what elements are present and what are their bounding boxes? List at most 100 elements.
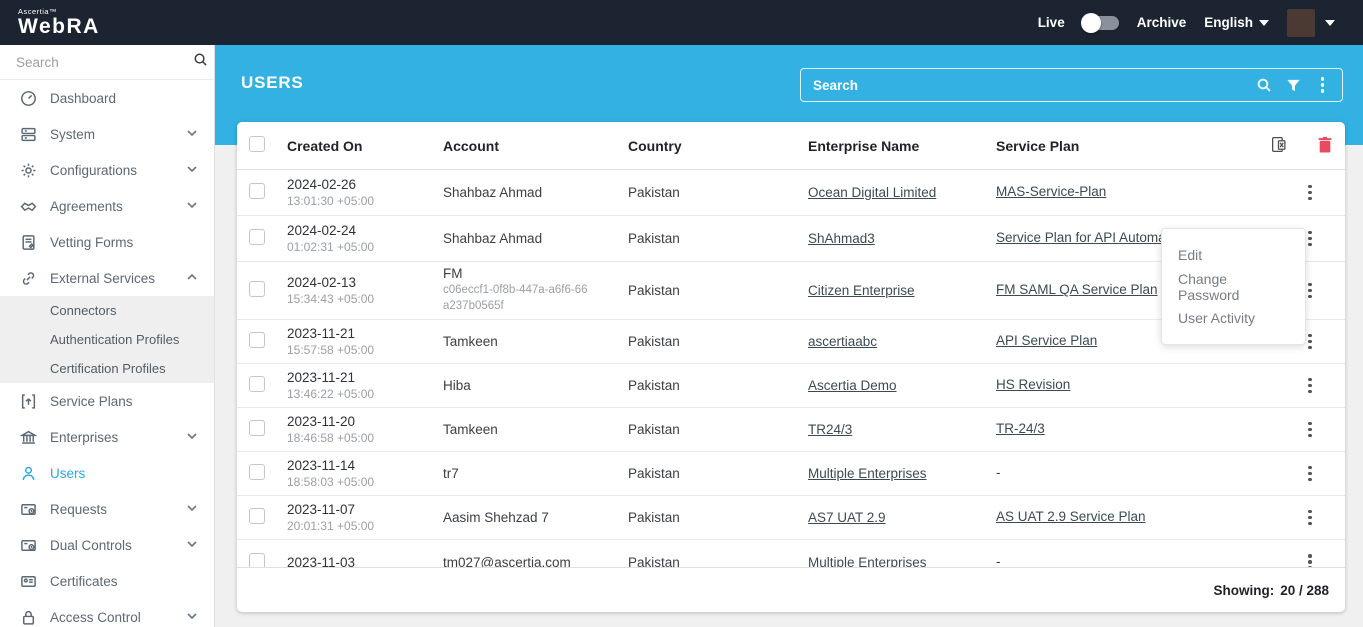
table-search-input[interactable]	[813, 77, 1242, 93]
live-archive-toggle[interactable]	[1080, 12, 1119, 33]
sidebar-item-system[interactable]: System	[0, 116, 214, 152]
created-time: 18:46:58 +05:00	[287, 431, 375, 445]
more-options-icon[interactable]	[1315, 74, 1331, 96]
profile-chevron-down-icon[interactable]	[1325, 19, 1335, 26]
sidebar-item-dashboard[interactable]: Dashboard	[0, 80, 214, 116]
enterprise-link[interactable]: Ascertia Demo	[808, 378, 897, 393]
row-checkbox[interactable]	[249, 376, 265, 392]
brand-small-label: Ascertia™	[18, 6, 58, 16]
table-row: 2023-11-07 20:01:31 +05:00 Aasim Shehzad …	[237, 496, 1345, 540]
users-table-card: Created On Account Country Enterprise Na…	[237, 122, 1345, 612]
enterprise-link[interactable]: AS7 UAT 2.9	[808, 510, 886, 525]
created-date: 2024-02-13	[287, 275, 357, 290]
sidebar-item-label: Service Plans	[50, 393, 133, 409]
created-date: 2024-02-24	[287, 223, 357, 238]
row-checkbox[interactable]	[249, 508, 265, 524]
created-date: 2023-11-07	[287, 502, 356, 517]
country: Pakistan	[628, 422, 680, 437]
sidebar-item-dual-controls[interactable]: Dual Controls	[0, 527, 214, 563]
chevron-down-icon	[186, 163, 198, 178]
table-row: 2023-11-20 18:46:58 +05:00 Tamkeen Pakist…	[237, 408, 1345, 452]
row-menu-icon[interactable]	[1302, 507, 1318, 529]
request-icon	[19, 500, 37, 518]
sub-item-label: Certification Profiles	[50, 361, 166, 376]
context-menu-item-user-activity[interactable]: User Activity	[1162, 303, 1305, 335]
sidebar-item-certification-profiles[interactable]: Certification Profiles	[0, 354, 214, 383]
column-header-service-plan[interactable]: Service Plan	[996, 138, 1079, 154]
filter-icon[interactable]	[1286, 78, 1301, 93]
column-header-country[interactable]: Country	[628, 138, 808, 154]
sidebar-search-input[interactable]	[16, 54, 193, 70]
service-plan-link[interactable]: TR-24/3	[996, 421, 1045, 436]
enterprise-link[interactable]: Multiple Enterprises	[808, 466, 927, 481]
chevron-down-icon	[186, 538, 198, 553]
enterprise-link[interactable]: Citizen Enterprise	[808, 283, 915, 298]
sidebar-item-access-control[interactable]: Access Control	[0, 599, 214, 627]
service-plan-link[interactable]: API Service Plan	[996, 333, 1097, 348]
dual-controls-icon	[19, 536, 37, 554]
sidebar: Dashboard System Configurations Agreemen…	[0, 45, 215, 627]
service-plan-link[interactable]: HS Revision	[996, 377, 1070, 392]
service-plan-link[interactable]: MAS-Service-Plan	[996, 184, 1106, 199]
enterprise-link[interactable]: ShAhmad3	[808, 231, 875, 246]
external-services-submenu: Connectors Authentication Profiles Certi…	[0, 296, 214, 383]
account-name: Tamkeen	[443, 334, 498, 349]
search-icon[interactable]	[1256, 77, 1272, 93]
sidebar-item-requests[interactable]: Requests	[0, 491, 214, 527]
row-checkbox[interactable]	[249, 281, 265, 297]
row-menu-icon[interactable]	[1302, 375, 1318, 397]
context-menu-item-edit[interactable]: Edit	[1162, 239, 1305, 271]
enterprise-link[interactable]: Ocean Digital Limited	[808, 185, 936, 200]
enterprise-link[interactable]: TR24/3	[808, 422, 852, 437]
context-menu-item-change-password[interactable]: Change Password	[1162, 271, 1305, 303]
created-date: 2023-11-21	[287, 326, 356, 341]
language-dropdown[interactable]: English	[1204, 15, 1269, 30]
handshake-icon	[19, 197, 37, 215]
column-header-account[interactable]: Account	[443, 138, 628, 154]
created-date: 2024-02-26	[287, 177, 357, 192]
service-plan-link[interactable]: FM SAML QA Service Plan	[996, 282, 1158, 297]
sidebar-item-users[interactable]: Users	[0, 455, 214, 491]
sidebar-item-service-plans[interactable]: Service Plans	[0, 383, 214, 419]
sidebar-item-authentication-profiles[interactable]: Authentication Profiles	[0, 325, 214, 354]
column-header-enterprise-name[interactable]: Enterprise Name	[808, 138, 996, 154]
row-checkbox[interactable]	[249, 229, 265, 245]
account-name: Hiba	[443, 378, 471, 393]
sidebar-item-enterprises[interactable]: Enterprises	[0, 419, 214, 455]
sidebar-item-connectors[interactable]: Connectors	[0, 296, 214, 325]
sidebar-item-configurations[interactable]: Configurations	[0, 152, 214, 188]
column-header-created-on[interactable]: Created On	[287, 138, 443, 154]
row-checkbox[interactable]	[249, 183, 265, 199]
sidebar-item-label: Enterprises	[50, 429, 119, 445]
account-name: tr7	[443, 466, 459, 481]
sidebar-item-vetting-forms[interactable]: Vetting Forms	[0, 224, 214, 260]
sidebar-item-agreements[interactable]: Agreements	[0, 188, 214, 224]
enterprise-link[interactable]: ascertiaabc	[808, 334, 877, 349]
service-plan-link[interactable]: AS UAT 2.9 Service Plan	[996, 509, 1146, 524]
search-icon[interactable]	[193, 52, 208, 72]
row-checkbox[interactable]	[249, 332, 265, 348]
created-time: 13:46:22 +05:00	[287, 387, 375, 401]
row-checkbox[interactable]	[249, 464, 265, 480]
delete-icon[interactable]	[1317, 136, 1333, 156]
created-time: 01:02:31 +05:00	[287, 240, 375, 254]
certificate-icon	[19, 572, 37, 590]
sub-item-label: Authentication Profiles	[50, 332, 180, 347]
select-all-checkbox[interactable]	[249, 136, 265, 152]
service-plan-link[interactable]: Service Plan for API Automation	[996, 230, 1187, 245]
enterprise-link[interactable]: Multiple Enterprises	[808, 555, 927, 568]
row-menu-icon[interactable]	[1302, 463, 1318, 485]
plan-icon	[19, 392, 37, 410]
row-checkbox[interactable]	[249, 420, 265, 436]
row-menu-icon[interactable]	[1302, 182, 1318, 204]
row-menu-icon[interactable]	[1302, 551, 1318, 567]
showing-value: 20 / 288	[1280, 582, 1329, 598]
sidebar-item-external-services[interactable]: External Services	[0, 260, 214, 296]
sidebar-item-label: Configurations	[50, 162, 138, 178]
row-menu-icon[interactable]	[1302, 419, 1318, 441]
sidebar-item-certificates[interactable]: Certificates	[0, 563, 214, 599]
row-checkbox[interactable]	[249, 552, 265, 567]
export-excel-icon[interactable]	[1270, 136, 1287, 156]
country: Pakistan	[628, 185, 680, 200]
avatar[interactable]	[1287, 8, 1315, 37]
